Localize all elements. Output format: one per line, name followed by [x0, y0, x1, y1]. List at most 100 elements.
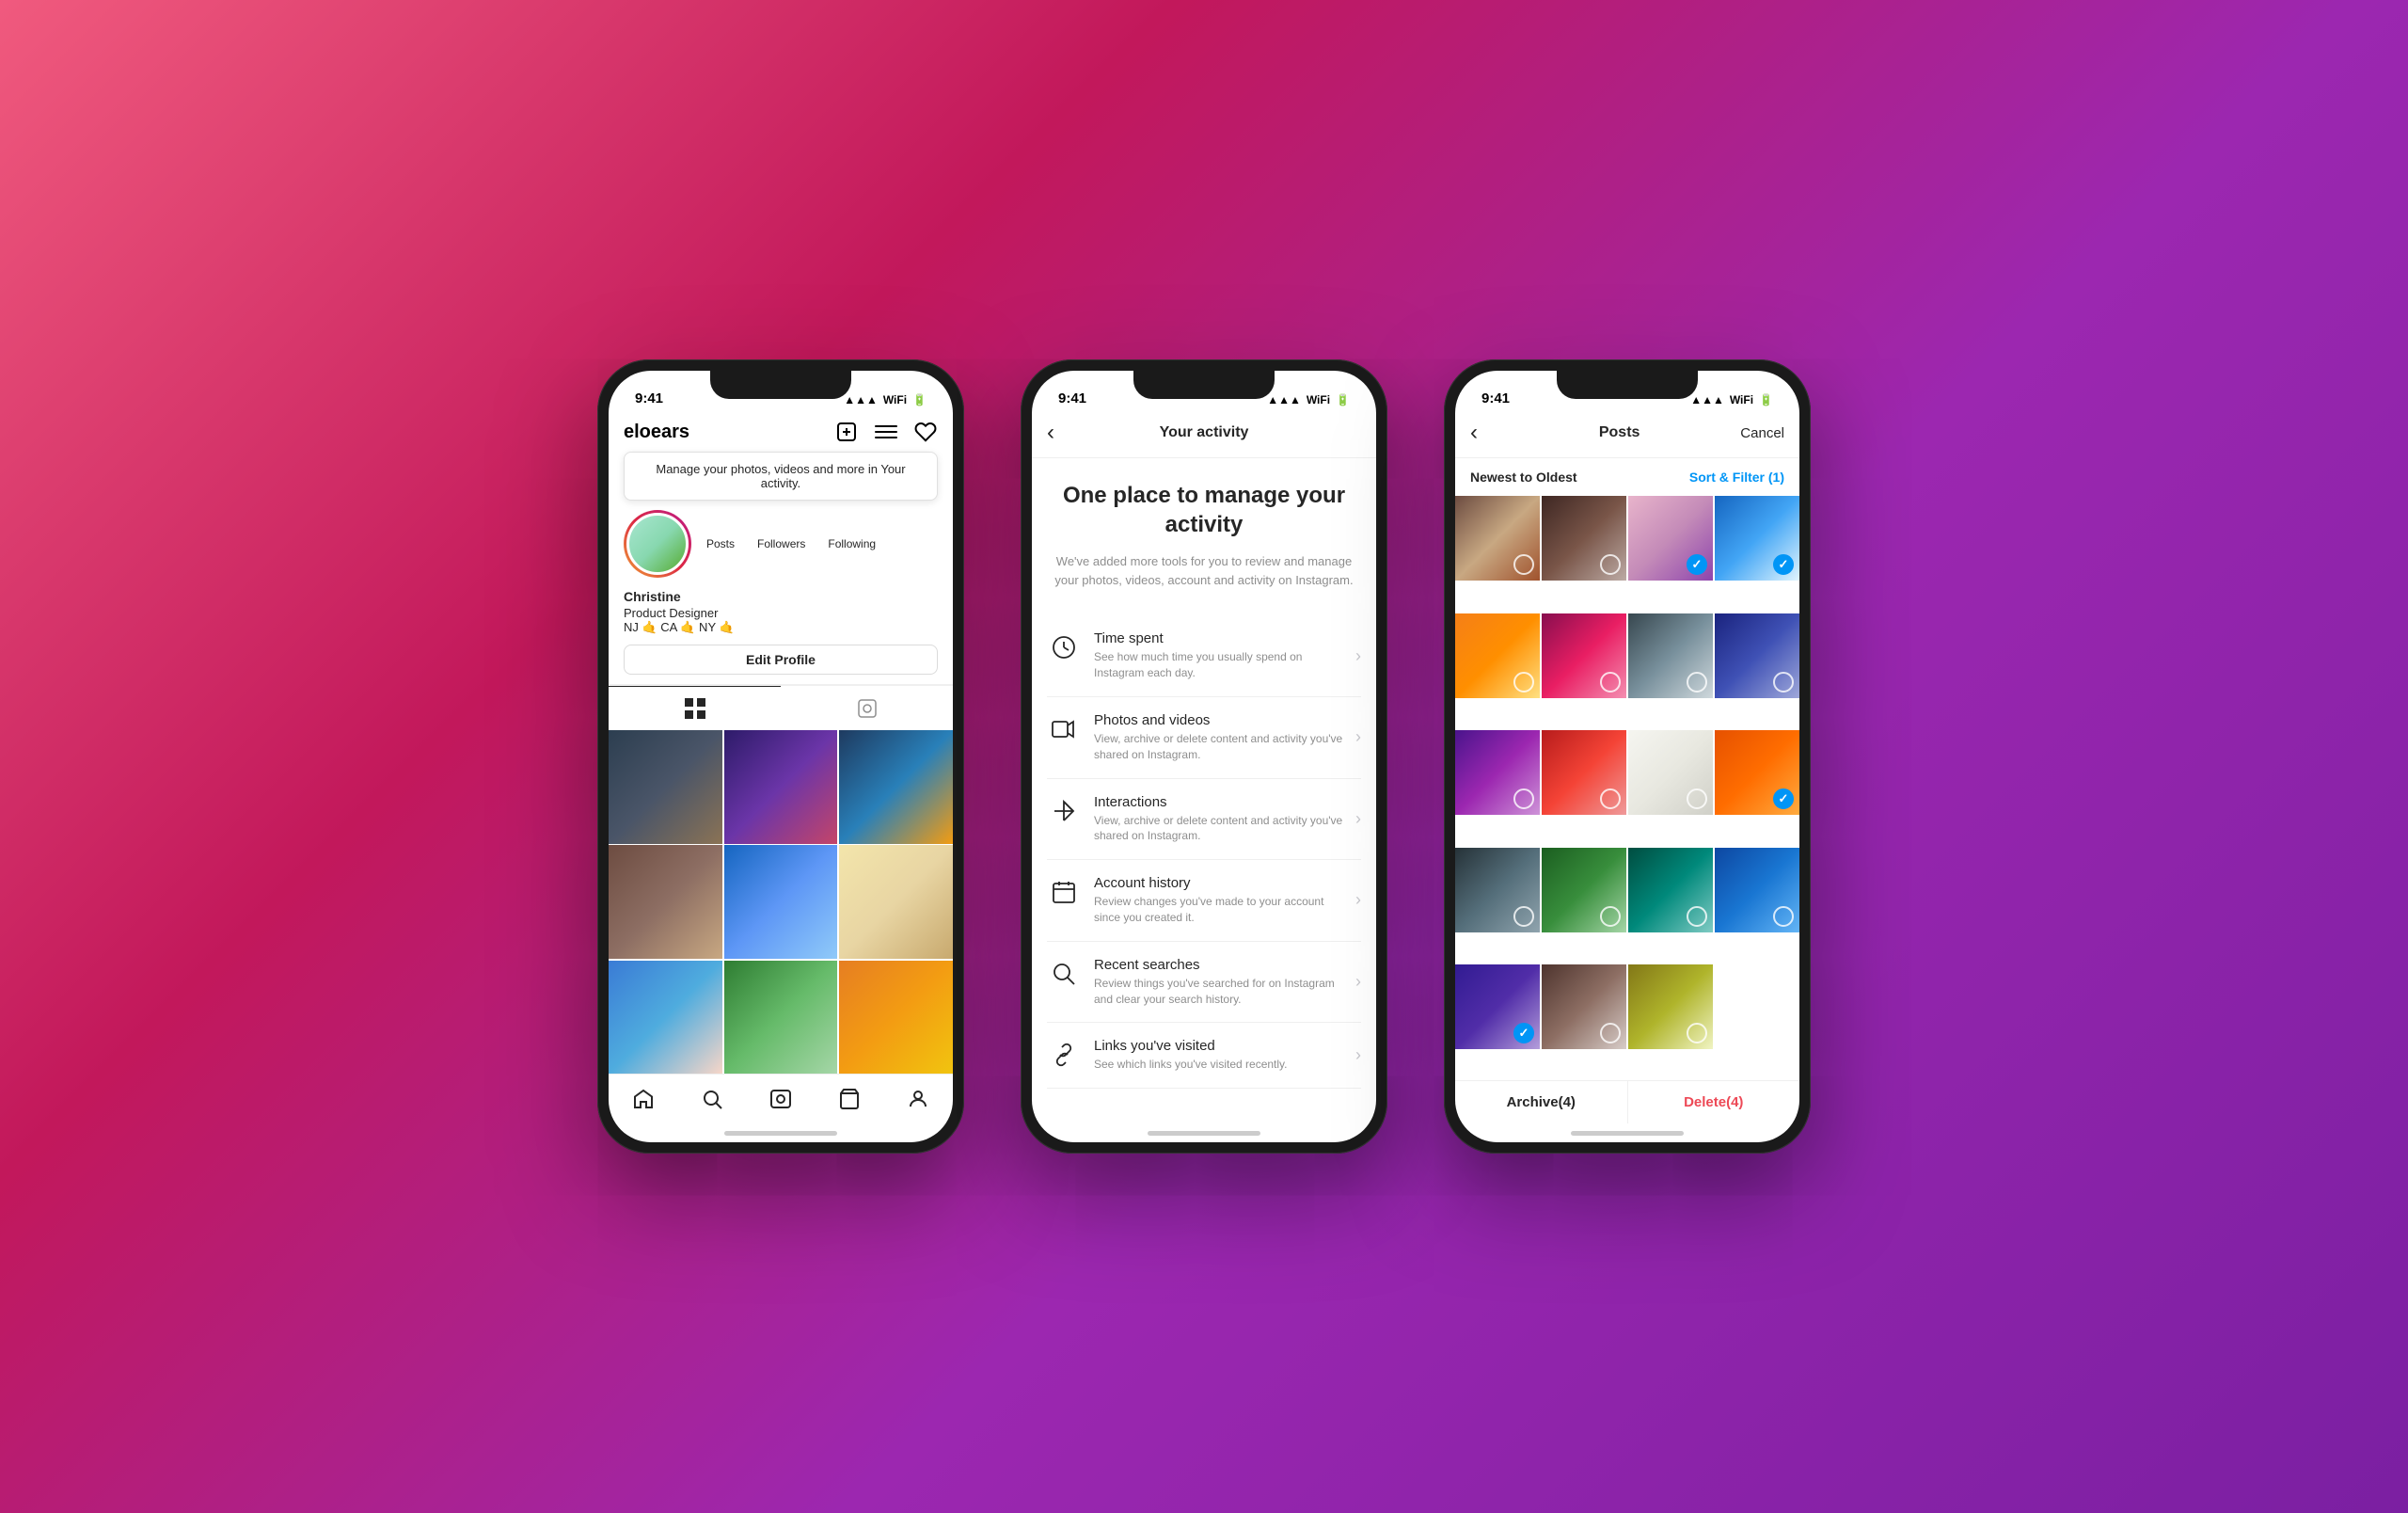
- nav-reels[interactable]: [746, 1082, 815, 1116]
- delete-button[interactable]: Delete(4): [1628, 1081, 1800, 1123]
- status-icons-1: ▲▲▲ WiFi 🔋: [844, 393, 927, 406]
- posts-cell-8[interactable]: [1715, 613, 1799, 698]
- photos-videos-desc: View, archive or delete content and acti…: [1094, 731, 1348, 763]
- posts-cell-14[interactable]: [1542, 848, 1626, 932]
- activity-item-time-spent[interactable]: Time spent See how much time you usually…: [1047, 615, 1361, 697]
- grid-tabs: [609, 685, 953, 730]
- posts-header: ‹ Posts Cancel: [1455, 412, 1799, 458]
- cancel-button[interactable]: Cancel: [1740, 425, 1784, 441]
- select-circle-5: [1513, 672, 1534, 693]
- status-icons-2: ▲▲▲ WiFi 🔋: [1267, 393, 1350, 406]
- stat-followers[interactable]: Followers: [757, 537, 805, 550]
- profile-top-bar: eloears: [624, 412, 938, 452]
- sort-filter-button[interactable]: Sort & Filter (1): [1689, 470, 1784, 485]
- activity-item-interactions[interactable]: Interactions View, archive or delete con…: [1047, 779, 1361, 861]
- recent-searches-desc: Review things you've searched for on Ins…: [1094, 976, 1348, 1008]
- photo-cell-6[interactable]: [839, 845, 953, 959]
- nav-home[interactable]: [609, 1082, 677, 1116]
- profile-header: eloears: [609, 412, 953, 685]
- select-circle-3: ✓: [1687, 554, 1707, 575]
- nav-profile[interactable]: [884, 1082, 953, 1116]
- stat-following[interactable]: Following: [828, 537, 876, 550]
- edit-profile-button[interactable]: Edit Profile: [624, 645, 938, 675]
- activity-content: One place to manage your activity We've …: [1032, 458, 1376, 1123]
- select-circle-13: [1513, 906, 1534, 927]
- photo-cell-3[interactable]: [839, 730, 953, 844]
- account-history-text: Account history Review changes you've ma…: [1094, 875, 1348, 926]
- posts-cell-19[interactable]: [1628, 964, 1713, 1049]
- posts-cell-10[interactable]: [1542, 730, 1626, 815]
- select-circle-1: [1513, 554, 1534, 575]
- posts-cell-7[interactable]: [1628, 613, 1713, 698]
- select-circle-7: [1687, 672, 1707, 693]
- photo-cell-5[interactable]: [724, 845, 838, 959]
- posts-cell-20[interactable]: [1715, 964, 1799, 1049]
- tooltip-text: Manage your photos, videos and more in Y…: [656, 462, 905, 490]
- posts-cell-16[interactable]: [1715, 848, 1799, 932]
- phone-3: 9:41 ▲▲▲ WiFi 🔋 ‹ Posts Cancel Newest to…: [1444, 359, 1811, 1154]
- heart-icon[interactable]: [913, 420, 938, 444]
- phone-1: 9:41 ▲▲▲ WiFi 🔋 eloears: [597, 359, 964, 1154]
- activity-item-links-visited[interactable]: Links you've visited See which links you…: [1047, 1023, 1361, 1089]
- home-indicator-3: [1455, 1123, 1799, 1142]
- interactions-desc: View, archive or delete content and acti…: [1094, 813, 1348, 845]
- activity-item-recent-searches[interactable]: Recent searches Review things you've sea…: [1047, 942, 1361, 1024]
- stat-followers-label: Followers: [757, 537, 805, 550]
- posts-cell-5[interactable]: [1455, 613, 1540, 698]
- time-spent-title: Time spent: [1094, 630, 1348, 646]
- posts-cell-1[interactable]: [1455, 496, 1540, 581]
- stats-row: Posts Followers Following: [706, 537, 876, 550]
- posts-cell-6[interactable]: [1542, 613, 1626, 698]
- posts-cell-2[interactable]: [1542, 496, 1626, 581]
- photos-icon: [1047, 712, 1081, 746]
- profile-bio-1: Product Designer: [624, 606, 938, 620]
- posts-cell-18[interactable]: [1542, 964, 1626, 1049]
- photo-cell-7[interactable]: [609, 961, 722, 1074]
- posts-cell-11[interactable]: [1628, 730, 1713, 815]
- profile-top-icons: [834, 420, 938, 444]
- posts-cell-12[interactable]: ✓: [1715, 730, 1799, 815]
- photo-cell-9[interactable]: [839, 961, 953, 1074]
- status-icons-3: ▲▲▲ WiFi 🔋: [1690, 393, 1773, 406]
- interactions-text: Interactions View, archive or delete con…: [1094, 794, 1348, 845]
- chevron-icon-1: ›: [1355, 646, 1361, 666]
- activity-item-photos-videos[interactable]: Photos and videos View, archive or delet…: [1047, 697, 1361, 779]
- signal-icon-3: ▲▲▲: [1690, 393, 1724, 406]
- posts-cell-15[interactable]: [1628, 848, 1713, 932]
- select-circle-6: [1600, 672, 1621, 693]
- phone-3-screen: 9:41 ▲▲▲ WiFi 🔋 ‹ Posts Cancel Newest to…: [1455, 371, 1799, 1142]
- back-button-3[interactable]: ‹: [1470, 420, 1498, 446]
- tab-tagged[interactable]: [781, 686, 953, 730]
- menu-icon[interactable]: [874, 420, 898, 444]
- activity-item-account-history[interactable]: Account history Review changes you've ma…: [1047, 860, 1361, 942]
- phone-2: 9:41 ▲▲▲ WiFi 🔋 ‹ Your activity One plac…: [1021, 359, 1387, 1154]
- photo-cell-1[interactable]: [609, 730, 722, 844]
- nav-search[interactable]: [677, 1082, 746, 1116]
- account-history-desc: Review changes you've made to your accou…: [1094, 894, 1348, 926]
- photo-cell-2[interactable]: [724, 730, 838, 844]
- home-indicator-1: [609, 1123, 953, 1142]
- profile-name: Christine: [624, 589, 938, 604]
- nav-shop[interactable]: [816, 1082, 884, 1116]
- recent-searches-text: Recent searches Review things you've sea…: [1094, 957, 1348, 1008]
- posts-cell-3[interactable]: ✓: [1628, 496, 1713, 581]
- photos-videos-title: Photos and videos: [1094, 712, 1348, 728]
- archive-button[interactable]: Archive(4): [1455, 1081, 1628, 1123]
- links-visited-title: Links you've visited: [1094, 1038, 1348, 1054]
- tab-grid[interactable]: [609, 686, 781, 730]
- calendar-icon: [1047, 875, 1081, 909]
- select-circle-4: ✓: [1773, 554, 1794, 575]
- posts-cell-9[interactable]: [1455, 730, 1540, 815]
- posts-cell-4[interactable]: ✓: [1715, 496, 1799, 581]
- signal-icon: ▲▲▲: [844, 393, 878, 406]
- photos-videos-text: Photos and videos View, archive or delet…: [1094, 712, 1348, 763]
- photo-cell-4[interactable]: [609, 845, 722, 959]
- posts-header-title: Posts: [1599, 424, 1640, 441]
- time-spent-desc: See how much time you usually spend on I…: [1094, 649, 1348, 681]
- posts-cell-13[interactable]: [1455, 848, 1540, 932]
- posts-cell-17[interactable]: ✓: [1455, 964, 1540, 1049]
- stat-posts[interactable]: Posts: [706, 537, 735, 550]
- photo-cell-8[interactable]: [724, 961, 838, 1074]
- back-button-2[interactable]: ‹: [1047, 420, 1075, 446]
- add-icon[interactable]: [834, 420, 859, 444]
